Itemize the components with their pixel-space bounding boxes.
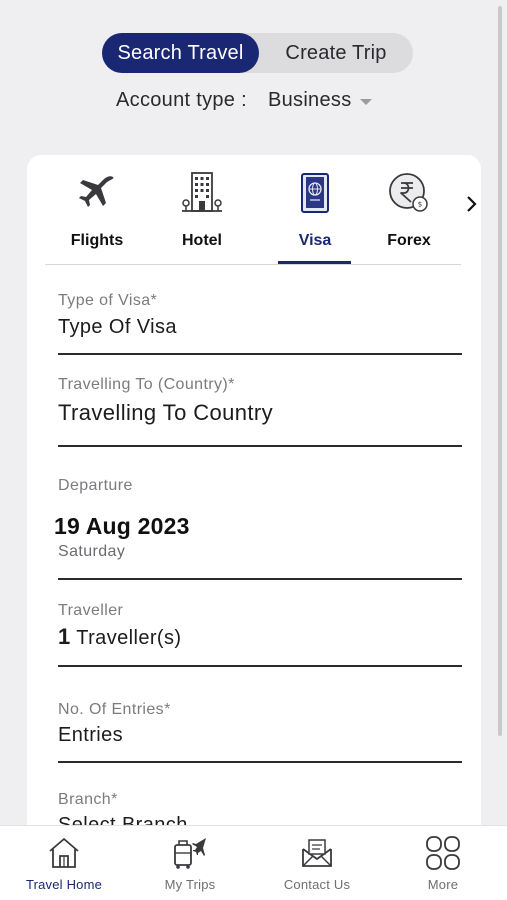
hotel-building-icon	[180, 171, 224, 215]
active-tab-indicator	[278, 261, 351, 264]
nav-travel-home-label: Travel Home	[25, 877, 103, 892]
passport-icon	[293, 171, 337, 215]
branch-label: Branch*	[58, 791, 118, 808]
entries-value: Entries	[58, 724, 124, 746]
chevron-right-icon	[465, 195, 477, 218]
tab-hotel-label: Hotel	[182, 232, 222, 249]
booking-card: Flights Hotel Visa $ Forex Type of Visa*…	[27, 155, 481, 855]
account-type-label: Account type :	[116, 89, 247, 111]
home-icon	[44, 834, 84, 872]
nav-more-label: More	[427, 877, 459, 892]
create-trip-button[interactable]: Create Trip	[259, 33, 413, 73]
tab-visa-label: Visa	[298, 232, 332, 249]
visa-type-field[interactable]: Type of Visa* Type Of Visa	[58, 292, 462, 355]
travelling-to-field[interactable]: Travelling To (Country)* Travelling To C…	[58, 376, 462, 447]
nav-travel-home[interactable]: Travel Home	[9, 834, 119, 896]
grid-icon	[423, 834, 463, 872]
tab-hotel[interactable]: Hotel	[161, 171, 243, 263]
traveller-label: Traveller	[58, 602, 124, 619]
departure-label: Departure	[58, 477, 133, 494]
tab-forex[interactable]: $ Forex	[368, 171, 450, 263]
traveller-value: 1 Traveller(s)	[58, 624, 462, 650]
chevron-down-icon	[359, 98, 372, 105]
visa-type-label: Type of Visa*	[58, 292, 158, 309]
bottom-navigation: Travel Home My Trips Contact Us More	[0, 825, 507, 900]
departure-date: 19 Aug 2023	[54, 513, 190, 539]
luggage-icon	[170, 834, 210, 872]
tab-flights[interactable]: Flights	[56, 171, 138, 263]
rupee-exchange-icon: $	[387, 171, 431, 215]
departure-field[interactable]: Departure 19 Aug 2023 Saturday	[54, 477, 462, 580]
traveller-count: 1	[58, 624, 71, 649]
tab-flights-label: Flights	[70, 232, 124, 249]
travelling-to-label: Travelling To (Country)*	[58, 376, 235, 393]
envelope-icon	[297, 834, 337, 872]
nav-contact-us-label: Contact Us	[283, 877, 351, 892]
traveller-suffix: Traveller(s)	[76, 627, 182, 649]
service-tabs: Flights Hotel Visa $ Forex	[45, 155, 461, 265]
scrollbar[interactable]	[498, 6, 502, 736]
nav-my-trips-label: My Trips	[164, 877, 216, 892]
departure-day: Saturday	[58, 543, 126, 560]
travelling-to-value: Travelling To Country	[58, 400, 274, 425]
account-type-selector[interactable]: Account type : Business	[116, 89, 372, 112]
nav-contact-us[interactable]: Contact Us	[262, 834, 372, 896]
tab-forex-label: Forex	[387, 232, 431, 249]
airplane-icon	[75, 171, 119, 215]
nav-more[interactable]: More	[388, 834, 498, 896]
search-mode-toggle: Search Travel Create Trip	[102, 33, 413, 73]
svg-text:$: $	[418, 201, 422, 209]
visa-type-value: Type Of Visa	[58, 316, 177, 338]
account-type-value: Business	[267, 89, 352, 111]
traveller-field[interactable]: Traveller 1 Traveller(s)	[58, 602, 462, 667]
nav-my-trips[interactable]: My Trips	[135, 834, 245, 896]
search-travel-button[interactable]: Search Travel	[102, 33, 259, 73]
entries-field[interactable]: No. Of Entries* Entries	[58, 701, 462, 763]
entries-label: No. Of Entries*	[58, 701, 171, 718]
tabs-scroll-right-button[interactable]	[461, 193, 481, 219]
tab-visa[interactable]: Visa	[274, 171, 356, 263]
